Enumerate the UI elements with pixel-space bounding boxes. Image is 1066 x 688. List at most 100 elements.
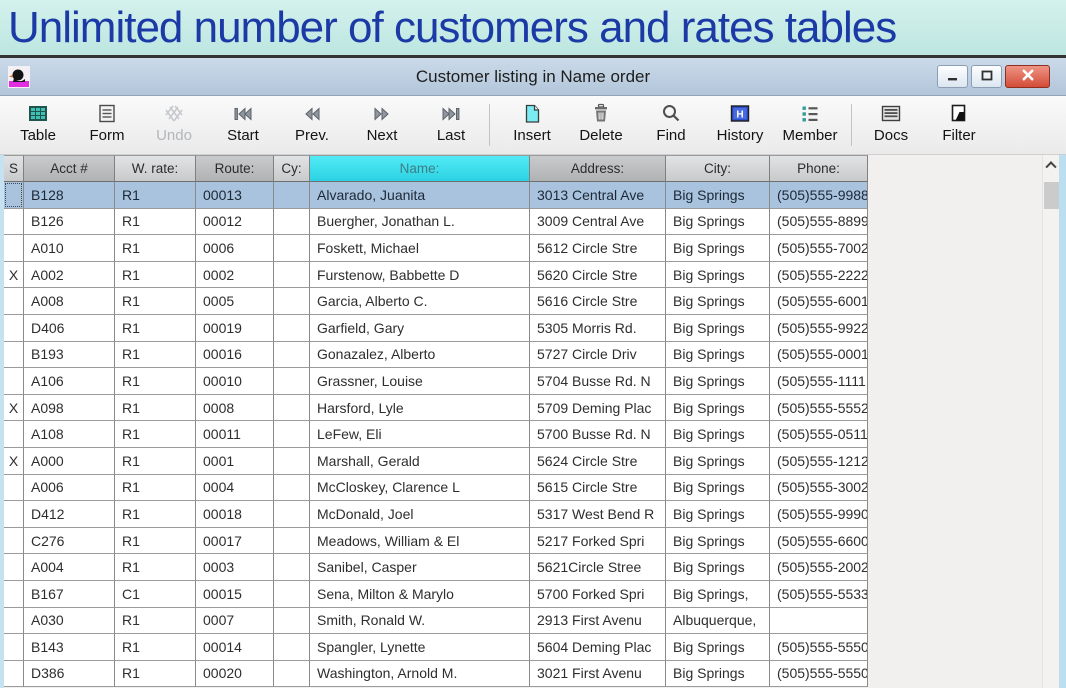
cell-acct[interactable]: A000 — [24, 448, 115, 475]
cell-s[interactable] — [4, 421, 24, 448]
cell-phone[interactable]: (505)555-2002 — [770, 554, 868, 581]
cell-acct[interactable]: C276 — [24, 528, 115, 555]
table-row[interactable]: XA000R10001Marshall, Gerald5624 Circle S… — [4, 448, 872, 475]
cell-address[interactable]: 5709 Deming Plac — [530, 395, 666, 422]
cell-phone[interactable] — [770, 608, 868, 635]
cell-phone[interactable]: (505)555-3002 — [770, 475, 868, 502]
cell-acct[interactable]: A098 — [24, 395, 115, 422]
cell-phone[interactable]: (505)555-1212 — [770, 448, 868, 475]
cell-cy[interactable] — [274, 342, 310, 369]
cell-city[interactable]: Big Springs — [666, 209, 770, 236]
cell-s[interactable] — [4, 528, 24, 555]
cell-route[interactable]: 00011 — [196, 421, 274, 448]
cell-wrate[interactable]: R1 — [115, 395, 196, 422]
start-button[interactable]: Start — [209, 100, 277, 153]
cell-phone[interactable]: (505)555-0001 — [770, 342, 868, 369]
cell-wrate[interactable]: R1 — [115, 288, 196, 315]
cell-wrate[interactable]: C1 — [115, 581, 196, 608]
cell-s[interactable] — [4, 368, 24, 395]
cell-wrate[interactable]: R1 — [115, 235, 196, 262]
cell-acct[interactable]: A004 — [24, 554, 115, 581]
table-row[interactable]: B167C100015Sena, Milton & Marylo5700 For… — [4, 581, 872, 608]
cell-acct[interactable]: D412 — [24, 501, 115, 528]
history-button[interactable]: HHistory — [706, 100, 774, 153]
cell-city[interactable]: Big Springs — [666, 315, 770, 342]
cell-route[interactable]: 0005 — [196, 288, 274, 315]
cell-phone[interactable]: (505)555-6001 — [770, 288, 868, 315]
cell-phone[interactable]: (505)555-6600 — [770, 528, 868, 555]
cell-address[interactable]: 3013 Central Ave — [530, 182, 666, 209]
cell-cy[interactable] — [274, 209, 310, 236]
cell-wrate[interactable]: R1 — [115, 262, 196, 289]
cell-route[interactable]: 0008 — [196, 395, 274, 422]
cell-cy[interactable] — [274, 448, 310, 475]
cell-cy[interactable] — [274, 634, 310, 661]
vertical-scrollbar[interactable] — [1042, 155, 1059, 688]
cell-s[interactable] — [4, 209, 24, 236]
cell-phone[interactable]: (505)555-0511 — [770, 421, 868, 448]
cell-route[interactable]: 00012 — [196, 209, 274, 236]
cell-route[interactable]: 00017 — [196, 528, 274, 555]
cell-acct[interactable]: D406 — [24, 315, 115, 342]
cell-s[interactable] — [4, 475, 24, 502]
cell-address[interactable]: 2913 First Avenu — [530, 608, 666, 635]
cell-city[interactable]: Big Springs — [666, 182, 770, 209]
cell-phone[interactable]: (505)555-9990 — [770, 501, 868, 528]
cell-name[interactable]: Harsford, Lyle — [310, 395, 530, 422]
cell-s[interactable] — [4, 182, 24, 209]
cell-acct[interactable]: D386 — [24, 661, 115, 688]
cell-acct[interactable]: B128 — [24, 182, 115, 209]
cell-cy[interactable] — [274, 368, 310, 395]
cell-name[interactable]: Washington, Arnold M. — [310, 661, 530, 688]
cell-address[interactable]: 5305 Morris Rd. — [530, 315, 666, 342]
cell-address[interactable]: 5217 Forked Spri — [530, 528, 666, 555]
cell-cy[interactable] — [274, 182, 310, 209]
cell-name[interactable]: LeFew, Eli — [310, 421, 530, 448]
cell-s[interactable]: X — [4, 262, 24, 289]
cell-s[interactable] — [4, 235, 24, 262]
cell-address[interactable]: 5616 Circle Stre — [530, 288, 666, 315]
cell-wrate[interactable]: R1 — [115, 554, 196, 581]
cell-name[interactable]: Alvarado, Juanita — [310, 182, 530, 209]
maximize-button[interactable] — [971, 65, 1002, 88]
scroll-up-button[interactable] — [1043, 155, 1059, 173]
cell-name[interactable]: Spangler, Lynette — [310, 634, 530, 661]
cell-city[interactable]: Big Springs — [666, 368, 770, 395]
cell-name[interactable]: Meadows, William & El — [310, 528, 530, 555]
cell-s[interactable]: X — [4, 448, 24, 475]
cell-address[interactable]: 5612 Circle Stre — [530, 235, 666, 262]
cell-cy[interactable] — [274, 501, 310, 528]
cell-cy[interactable] — [274, 475, 310, 502]
cell-cy[interactable] — [274, 421, 310, 448]
cell-route[interactable]: 00013 — [196, 182, 274, 209]
cell-name[interactable]: Garcia, Alberto C. — [310, 288, 530, 315]
cell-route[interactable]: 00015 — [196, 581, 274, 608]
cell-address[interactable]: 5727 Circle Driv — [530, 342, 666, 369]
cell-address[interactable]: 5604 Deming Plac — [530, 634, 666, 661]
table-row[interactable]: B193R100016Gonazalez, Alberto5727 Circle… — [4, 342, 872, 369]
cell-wrate[interactable]: R1 — [115, 368, 196, 395]
column-header-cy[interactable]: Cy: — [274, 155, 310, 182]
table-row[interactable]: A010R10006Foskett, Michael5612 Circle St… — [4, 235, 872, 262]
cell-route[interactable]: 00019 — [196, 315, 274, 342]
cell-cy[interactable] — [274, 395, 310, 422]
cell-name[interactable]: Garfield, Gary — [310, 315, 530, 342]
cell-s[interactable] — [4, 554, 24, 581]
scrollbar-thumb[interactable] — [1044, 182, 1059, 209]
cell-acct[interactable]: A006 — [24, 475, 115, 502]
cell-s[interactable] — [4, 342, 24, 369]
cell-name[interactable]: McDonald, Joel — [310, 501, 530, 528]
cell-city[interactable]: Big Springs — [666, 661, 770, 688]
cell-name[interactable]: Sanibel, Casper — [310, 554, 530, 581]
cell-cy[interactable] — [274, 235, 310, 262]
table-row[interactable]: A008R10005Garcia, Alberto C.5616 Circle … — [4, 288, 872, 315]
form-button[interactable]: Form — [73, 100, 141, 153]
close-button[interactable] — [1005, 65, 1050, 88]
table-row[interactable]: A006R10004McCloskey, Clarence L5615 Circ… — [4, 475, 872, 502]
cell-name[interactable]: Buergher, Jonathan L. — [310, 209, 530, 236]
cell-address[interactable]: 3009 Central Ave — [530, 209, 666, 236]
cell-phone[interactable]: (505)555-9922 — [770, 315, 868, 342]
titlebar[interactable]: Customer listing in Name order — [0, 58, 1066, 96]
table-row[interactable]: A004R10003Sanibel, Casper5621Circle Stre… — [4, 554, 872, 581]
cell-wrate[interactable]: R1 — [115, 475, 196, 502]
